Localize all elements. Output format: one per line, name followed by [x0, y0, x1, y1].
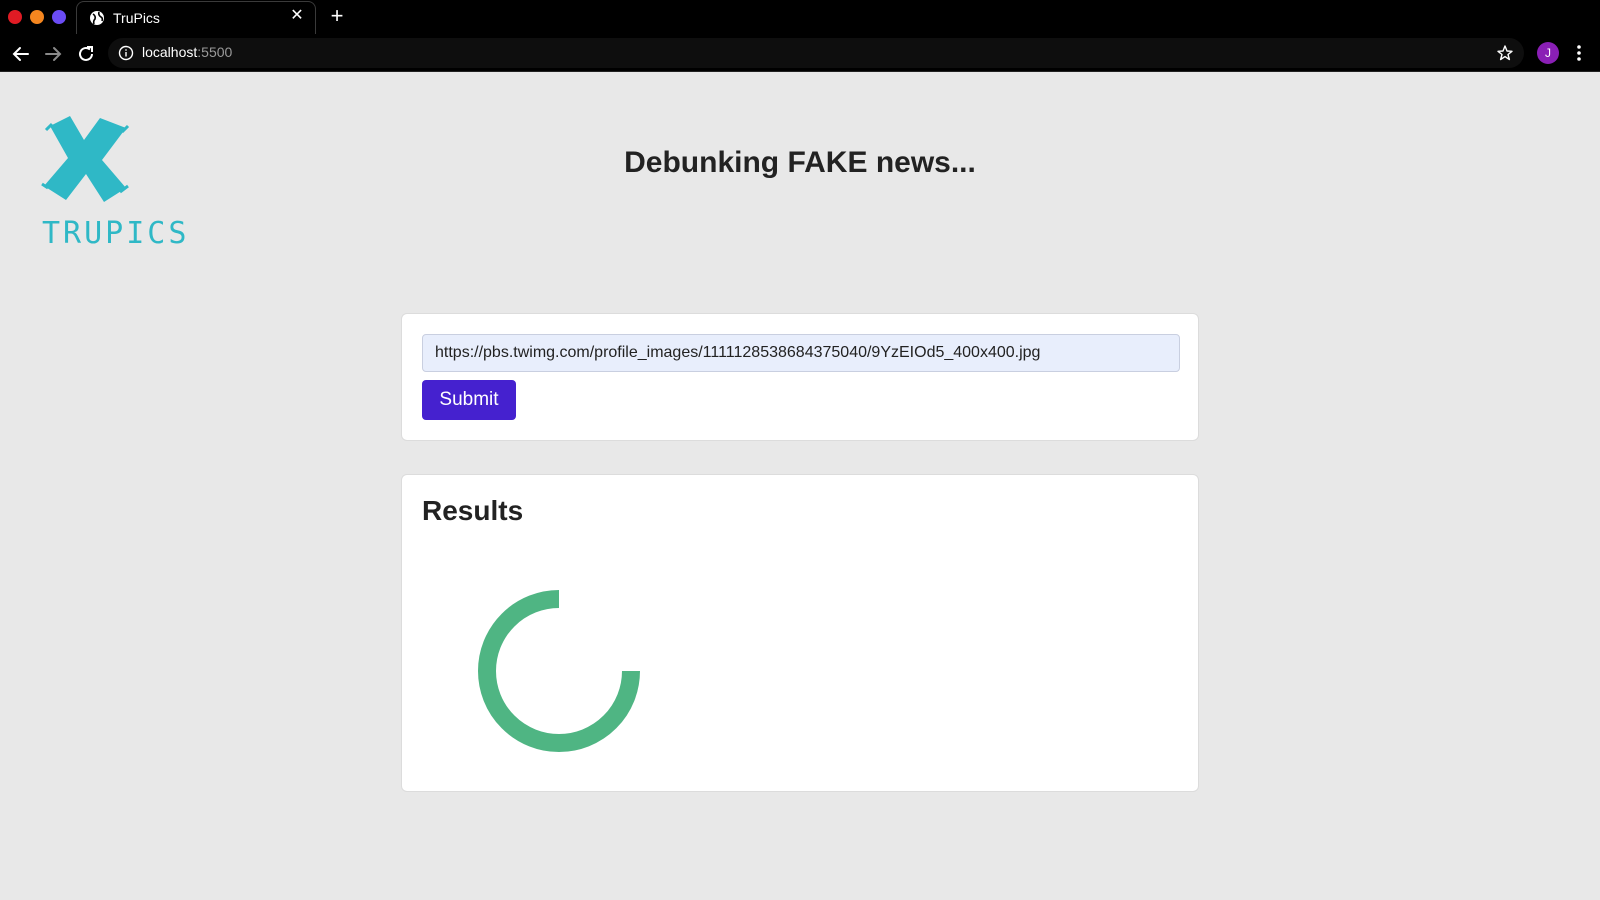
url-text: localhost:5500: [142, 44, 232, 60]
browser-toolbar: localhost:5500: [0, 34, 1600, 72]
star-icon[interactable]: [1496, 44, 1514, 62]
plus-icon[interactable]: +: [326, 5, 348, 28]
results-title: Results: [422, 495, 524, 526]
page-headline: Debunking FAKE news...: [0, 146, 1600, 180]
headline-emphasis: FAKE: [787, 146, 868, 179]
submit-button[interactable]: Submit: [422, 380, 516, 420]
results-card: Results: [401, 474, 1199, 792]
forward-arrow-icon[interactable]: [42, 43, 64, 65]
globe-icon: [90, 11, 104, 25]
headline-prefix: Debunking: [624, 146, 788, 179]
info-icon[interactable]: [118, 45, 134, 61]
url-host: localhost: [142, 44, 198, 60]
back-arrow-icon[interactable]: [10, 43, 32, 65]
browser-tab[interactable]: TruPics ✕: [76, 1, 316, 34]
url-port: :5500: [197, 44, 233, 60]
browser-tabbar: TruPics ✕ +: [0, 0, 1600, 34]
window-close-button[interactable]: [8, 10, 22, 24]
loading-spinner-icon: [478, 590, 640, 752]
logo-wordmark: TRUPICS: [42, 216, 190, 251]
headline-suffix: news...: [867, 146, 976, 179]
page-content: TRUPICS Debunking FAKE news... Submit Re…: [0, 72, 1600, 900]
tab-title: TruPics: [113, 10, 160, 26]
url-form-card: Submit: [401, 313, 1199, 441]
more-vert-icon[interactable]: [1570, 42, 1588, 64]
window-minimize-button[interactable]: [30, 10, 44, 24]
window-maximize-button[interactable]: [52, 10, 66, 24]
address-bar[interactable]: localhost:5500: [108, 38, 1524, 68]
image-url-input[interactable]: [422, 334, 1180, 372]
close-icon[interactable]: ✕: [289, 8, 305, 24]
reload-icon[interactable]: [75, 43, 97, 65]
avatar[interactable]: J: [1537, 42, 1559, 64]
